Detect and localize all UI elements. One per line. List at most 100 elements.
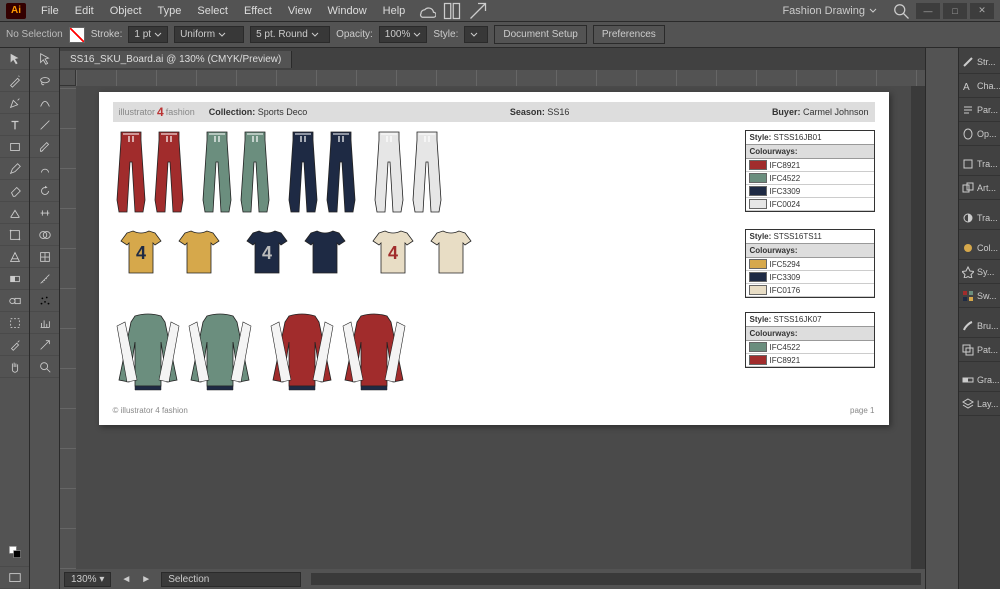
menu-window[interactable]: Window <box>321 3 374 19</box>
panel-transparency[interactable]: Tra... <box>959 206 1000 230</box>
nav-prev-icon[interactable]: ◄ <box>121 574 131 585</box>
curvature-tool[interactable] <box>30 92 59 114</box>
ruler-vertical[interactable] <box>60 86 76 569</box>
pants-front-red <box>113 130 149 215</box>
screen-mode-button[interactable] <box>0 567 29 589</box>
zoom-tool[interactable] <box>30 356 59 378</box>
window-maximize[interactable]: □ <box>943 3 967 19</box>
panel-symbols[interactable]: Sy... <box>959 260 1000 284</box>
search-icon[interactable] <box>891 3 911 19</box>
zoom-input[interactable]: 130% ▾ <box>64 572 111 587</box>
fill-stroke-swatches[interactable] <box>0 537 29 567</box>
panel-transform[interactable]: Tra... <box>959 152 1000 176</box>
pencil-tool[interactable] <box>0 158 29 180</box>
symbol-sprayer-tool[interactable] <box>30 290 59 312</box>
style-info-box: Style: STSS16JB01 Colourways: IFC8921 IF… <box>745 130 875 212</box>
menu-select[interactable]: Select <box>190 3 235 19</box>
menu-edit[interactable]: Edit <box>68 3 101 19</box>
toolbox-col-1 <box>0 48 30 589</box>
menu-view[interactable]: View <box>281 3 319 19</box>
panel-pathfinder[interactable]: Pat... <box>959 338 1000 362</box>
status-tool-label: Selection <box>161 572 301 587</box>
document-setup-button[interactable]: Document Setup <box>494 25 587 44</box>
panel-character[interactable]: ACha... <box>959 74 1000 98</box>
rectangle-tool[interactable] <box>0 136 29 158</box>
slice-tool[interactable] <box>30 334 59 356</box>
lasso-tool[interactable] <box>30 70 59 92</box>
menu-type[interactable]: Type <box>151 3 189 19</box>
stroke-weight-input[interactable]: 1 pt <box>128 26 168 43</box>
panel-color[interactable]: Col... <box>959 236 1000 260</box>
shape-builder-tool[interactable] <box>30 224 59 246</box>
magic-wand-tool[interactable] <box>0 70 29 92</box>
free-transform-tool[interactable] <box>0 224 29 246</box>
window-close[interactable]: ✕ <box>970 3 994 19</box>
rotate-tool[interactable] <box>30 180 59 202</box>
style-info-box: Style: STSS16TS11 Colourways: IFC5294 IF… <box>745 229 875 298</box>
pants-back-red <box>151 130 187 215</box>
opacity-label: Opacity: <box>336 29 373 40</box>
arrange-icon[interactable] <box>442 3 462 19</box>
jacket-front-red <box>267 312 337 392</box>
menu-file[interactable]: File <box>34 3 66 19</box>
panel-swatches[interactable]: Sw... <box>959 284 1000 308</box>
tshirt-back-cream <box>423 229 479 279</box>
pants-front-navy <box>285 130 321 215</box>
opacity-input[interactable]: 100% <box>379 26 428 43</box>
mesh-tool[interactable] <box>30 246 59 268</box>
type-tool[interactable] <box>0 114 29 136</box>
graph-tool[interactable] <box>30 312 59 334</box>
scale-tool[interactable] <box>0 202 29 224</box>
artboard-header: illustrator4fashion Collection: Sports D… <box>113 102 875 122</box>
panel-layers[interactable]: Lay... <box>959 392 1000 416</box>
panel-artboards[interactable]: Art... <box>959 176 1000 200</box>
eyedropper-tool[interactable] <box>0 334 29 356</box>
direct-selection-tool[interactable] <box>30 48 59 70</box>
paintbrush-tool[interactable] <box>30 136 59 158</box>
gradient-tool[interactable] <box>0 268 29 290</box>
perspective-tool[interactable] <box>0 246 29 268</box>
workspace-switcher[interactable]: Fashion Drawing <box>772 3 887 19</box>
share-icon[interactable] <box>468 3 488 19</box>
preferences-button[interactable]: Preferences <box>593 25 665 44</box>
width-tool[interactable] <box>30 202 59 224</box>
graphic-style-select[interactable] <box>464 26 488 43</box>
panel-stroke[interactable]: Str... <box>959 50 1000 74</box>
line-tool[interactable] <box>30 114 59 136</box>
ruler-horizontal[interactable] <box>60 70 925 86</box>
selection-tool[interactable] <box>0 48 29 70</box>
cloud-icon[interactable] <box>416 3 436 19</box>
artboard-tool[interactable] <box>0 312 29 334</box>
brush-select[interactable]: 5 pt. Round <box>250 26 330 43</box>
blend-tool[interactable] <box>0 290 29 312</box>
shaper-tool[interactable] <box>30 158 59 180</box>
canvas[interactable]: illustrator4fashion Collection: Sports D… <box>76 86 911 569</box>
nav-next-icon[interactable]: ► <box>141 574 151 585</box>
document-tab[interactable]: SS16_SKU_Board.ai @ 130% (CMYK/Preview) <box>60 51 292 68</box>
right-panel-collapsed[interactable] <box>925 48 958 589</box>
tshirt-back-gold <box>171 229 227 279</box>
menu-help[interactable]: Help <box>376 3 413 19</box>
hand-tool[interactable] <box>0 356 29 378</box>
horizontal-scrollbar[interactable] <box>311 573 921 585</box>
pants-back-grey <box>409 130 445 215</box>
doc-logo: illustrator4fashion <box>119 105 195 119</box>
panel-paragraph[interactable]: Par... <box>959 98 1000 122</box>
window-minimize[interactable]: — <box>916 3 940 19</box>
measure-tool[interactable] <box>30 268 59 290</box>
fill-swatch[interactable] <box>69 27 85 43</box>
eraser-tool[interactable] <box>0 180 29 202</box>
sku-row: Style: STSS16JB01 Colourways: IFC8921 IF… <box>113 130 875 215</box>
menu-effect[interactable]: Effect <box>237 3 279 19</box>
svg-text:4: 4 <box>261 243 271 263</box>
vertical-scrollbar[interactable] <box>911 86 925 569</box>
menu-object[interactable]: Object <box>103 3 149 19</box>
panel-gradient[interactable]: Gra... <box>959 368 1000 392</box>
panel-opentype[interactable]: Op... <box>959 122 1000 146</box>
panel-brushes[interactable]: Bru... <box>959 314 1000 338</box>
tshirt-front-navy: 4 <box>239 229 295 279</box>
pen-tool[interactable] <box>0 92 29 114</box>
stroke-label: Stroke: <box>91 29 123 40</box>
stroke-profile-select[interactable]: Uniform <box>174 26 244 43</box>
control-bar: No Selection Stroke: 1 pt Uniform 5 pt. … <box>0 22 1000 48</box>
